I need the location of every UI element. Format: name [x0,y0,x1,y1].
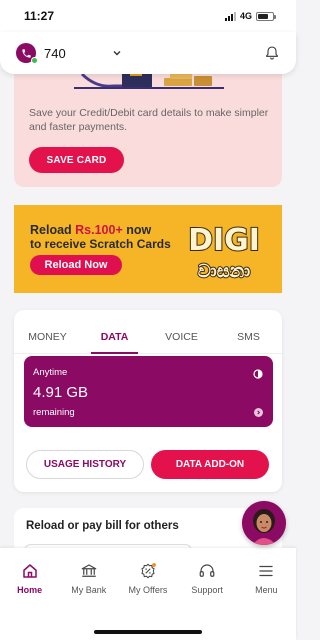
tab-data[interactable]: DATA [81,320,148,354]
bell-icon[interactable] [264,45,280,61]
nav-label-home: Home [17,585,43,595]
nav-item-my-bank[interactable]: My Bank [59,562,118,595]
tab-voice[interactable]: VOICE [148,320,215,353]
promo-amount: Rs.100+ [75,223,123,237]
reload-others-title: Reload or pay bill for others [26,520,179,532]
promo-headline: Reload Rs.100+ now [30,223,151,237]
data-remaining-value: 4.91 GB [33,384,89,401]
status-indicators: 4G [224,11,276,21]
offers-icon [141,563,156,579]
status-time: 11:27 [24,9,55,23]
save-card-description: Save your Credit/Debit card details to m… [29,107,269,133]
promo-headline-suffix: now [122,223,152,237]
signal-icon [224,11,236,21]
data-balance-box[interactable]: Anytime 4.91 GB remaining [24,356,273,427]
battery-icon [256,11,276,21]
nav-item-my-offers[interactable]: My Offers [118,562,177,595]
nav-label-menu: Menu [255,585,278,595]
usage-history-button[interactable]: USAGE HISTORY [26,450,144,479]
save-card-button[interactable]: SAVE CARD [29,147,124,173]
digi-wasana-logo: DIGI වාසනා [187,222,261,283]
app-header: 740 [0,32,296,74]
tab-money[interactable]: MONEY [14,320,81,353]
balance-card: MONEY DATA VOICE SMS Anytime 4.91 GB rem… [14,310,282,492]
tab-sms[interactable]: SMS [215,320,282,353]
nav-item-support[interactable]: Support [178,562,237,595]
promo-headline-prefix: Reload [30,223,76,237]
headset-icon [199,564,215,577]
balance-tabs: MONEY DATA VOICE SMS [14,320,282,354]
home-icon [22,564,37,578]
nav-item-menu[interactable]: Menu [237,562,296,595]
data-addon-button[interactable]: DATA ADD-ON [151,450,269,479]
online-status-dot [31,57,38,64]
menu-icon [259,565,274,577]
nav-label-support: Support [191,585,223,595]
chevron-right-icon[interactable] [254,408,263,417]
nav-label-my-offers: My Offers [128,585,168,595]
chevron-down-icon[interactable] [112,48,122,58]
account-avatar[interactable] [16,43,38,64]
data-remaining-caption: remaining [33,407,75,418]
logo-text-wasana: වාසනා [198,261,250,282]
nav-item-home[interactable]: Home [0,562,59,595]
bank-icon [81,564,97,577]
status-bar: 11:27 4G [0,0,296,32]
virtual-assistant-button[interactable] [242,501,286,545]
phone-icon [21,48,31,58]
half-circle-icon [253,366,263,384]
promo-banner[interactable]: Reload Rs.100+ now to receive Scratch Ca… [14,205,282,293]
network-type: 4G [239,11,252,21]
promo-subheadline: to receive Scratch Cards [30,237,171,251]
bottom-navigation: Home My Bank My Offers Support Menu [0,548,296,640]
assistant-avatar-icon [242,501,286,545]
reload-now-button[interactable]: Reload Now [30,255,122,275]
account-number[interactable]: 740 [44,46,66,61]
home-indicator[interactable] [94,630,202,634]
nav-label-my-bank: My Bank [71,585,107,595]
data-plan-title: Anytime [33,367,68,378]
logo-text-digi: DIGI [188,223,260,258]
save-card-panel: Save your Credit/Debit card details to m… [14,56,282,187]
